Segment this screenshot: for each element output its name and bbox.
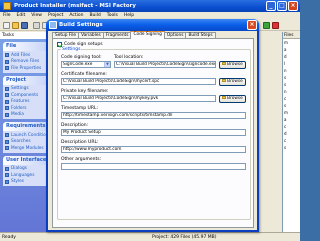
- list-item[interactable]: n: [283, 67, 300, 74]
- files-panel: Files m a d l n s s n c s m a c d c s: [282, 32, 300, 232]
- build-settings-dialog: Build Settings × Setup File Variables Fr…: [46, 19, 259, 232]
- task-group-title[interactable]: Project: [3, 75, 49, 85]
- settings-icon: [5, 86, 9, 91]
- open-folder-icon[interactable]: [12, 22, 19, 29]
- task-group-file: File Add Files Remove Files File Propert…: [3, 42, 49, 73]
- new-icon[interactable]: [3, 22, 10, 29]
- tool-location-label: Tool location:: [114, 55, 144, 60]
- list-item[interactable]: m: [283, 109, 300, 116]
- tab-code-signing[interactable]: Code Signing: [130, 31, 165, 39]
- menu-view[interactable]: View: [31, 12, 42, 20]
- folder-icon: [222, 96, 227, 99]
- list-item[interactable]: c: [283, 123, 300, 130]
- properties-icon: [5, 66, 9, 71]
- menu-file[interactable]: File: [3, 12, 11, 20]
- code-signing-page: Code sign setups Settings Code signing t…: [52, 38, 254, 228]
- description-url-field[interactable]: http://www.myproduct.com: [61, 146, 246, 153]
- list-item[interactable]: l: [283, 60, 300, 67]
- task-media[interactable]: Media: [5, 112, 47, 119]
- cut-icon[interactable]: [33, 22, 40, 29]
- task-group-project: Project Settings Components Features Fol…: [3, 75, 49, 119]
- task-launch-conditions[interactable]: Launch Conditions: [5, 132, 51, 139]
- build-settings-icon: [49, 21, 57, 29]
- timestamp-url-field[interactable]: http://timestamp.verisign.com/scripts/ti…: [61, 112, 246, 119]
- list-item[interactable]: n: [283, 88, 300, 95]
- list-item[interactable]: c: [283, 95, 300, 102]
- list-item[interactable]: c: [283, 137, 300, 144]
- minimize-button[interactable]: _: [266, 1, 276, 11]
- remove-files-icon: [5, 59, 9, 64]
- status-bar: Ready Project: 429 Files (45.97 MB): [0, 232, 300, 241]
- dialog-title: Build Settings: [59, 22, 103, 28]
- build-icon[interactable]: [263, 22, 270, 29]
- chevron-down-icon[interactable]: ▼: [104, 62, 110, 67]
- task-styles[interactable]: Styles: [5, 179, 47, 186]
- browse-private-key-button[interactable]: Browse: [219, 95, 246, 103]
- list-item[interactable]: s: [283, 102, 300, 109]
- features-icon: [5, 99, 9, 104]
- close-dialog-button[interactable]: ×: [247, 20, 257, 30]
- task-group-title[interactable]: File: [3, 42, 49, 51]
- timestamp-url-label: Timestamp URL:: [61, 106, 98, 111]
- save-icon[interactable]: [21, 22, 28, 29]
- task-group-title[interactable]: User Interface: [3, 155, 49, 165]
- folder-icon: [222, 79, 227, 82]
- languages-icon: [5, 173, 9, 178]
- certificate-label: Certificate filename:: [61, 72, 107, 77]
- list-item[interactable]: s: [283, 81, 300, 88]
- task-group-title[interactable]: Requirements: [3, 122, 49, 131]
- certificate-field[interactable]: C:\Visual Build Projects\CodeSign\mycert…: [61, 78, 216, 85]
- status-text: Ready: [2, 235, 16, 240]
- folders-icon: [5, 106, 9, 111]
- dialog-titlebar[interactable]: Build Settings ×: [46, 19, 259, 31]
- settings-group: Settings Code signing tool: Tool locatio…: [57, 47, 251, 220]
- app-titlebar: Product Installer (msifact - MSI Factory…: [0, 0, 300, 12]
- stop-icon[interactable]: [272, 22, 279, 29]
- description-label: Description:: [61, 123, 89, 128]
- launch-conditions-icon: [5, 133, 9, 138]
- list-item[interactable]: d: [283, 53, 300, 60]
- files-panel-header[interactable]: Files: [283, 32, 300, 39]
- tool-location-field[interactable]: C:\Visual Build Projects\CodeSign\signco…: [114, 61, 216, 68]
- app-title: Product Installer (msifact - MSI Factory: [14, 3, 136, 9]
- search-icon: [5, 139, 9, 144]
- other-arguments-field[interactable]: [61, 163, 246, 170]
- close-window-button[interactable]: ×: [288, 1, 298, 11]
- merge-modules-icon: [5, 146, 9, 151]
- list-item[interactable]: d: [283, 130, 300, 137]
- private-key-label: Private key filename:: [61, 89, 109, 94]
- description-field[interactable]: My Product Setup: [61, 129, 246, 136]
- maximize-button[interactable]: □: [277, 1, 287, 11]
- private-key-field[interactable]: C:\Visual Build Projects\CodeSign\mykey.…: [61, 95, 216, 102]
- list-item[interactable]: m: [283, 39, 300, 46]
- app-icon: [3, 2, 11, 10]
- task-group-requirements: Requirements Launch Conditions Searches …: [3, 122, 51, 153]
- project-summary: Project: 429 Files (45.97 MB): [152, 235, 217, 240]
- media-icon: [5, 112, 9, 117]
- code-signing-tool-label: Code signing tool:: [61, 55, 102, 60]
- task-group-user-interface: User Interface Dialogs Languages Styles: [3, 155, 49, 186]
- styles-icon: [5, 179, 9, 184]
- code-signing-tool-select[interactable]: SignCode.exe ▼: [61, 61, 111, 68]
- list-item[interactable]: a: [283, 116, 300, 123]
- add-files-icon: [5, 53, 9, 58]
- dialogs-icon: [5, 166, 9, 171]
- other-arguments-label: Other arguments:: [61, 157, 102, 162]
- task-pane-header: Tasks: [0, 32, 52, 39]
- description-url-label: Description URL:: [61, 140, 99, 145]
- components-icon: [5, 93, 9, 98]
- folder-icon: [222, 62, 227, 65]
- task-file-properties[interactable]: File Properties: [5, 65, 47, 72]
- list-item[interactable]: s: [283, 74, 300, 81]
- task-merge-modules[interactable]: Merge Modules: [5, 145, 47, 152]
- browse-certificate-button[interactable]: Browse: [219, 78, 246, 86]
- list-item[interactable]: s: [283, 144, 300, 151]
- list-item[interactable]: a: [283, 46, 300, 53]
- browse-tool-button[interactable]: Browse: [219, 61, 246, 69]
- settings-group-label: Settings: [61, 47, 82, 52]
- menu-edit[interactable]: Edit: [17, 12, 26, 20]
- task-pane: Tasks File Add Files Remove Files File P…: [0, 32, 52, 232]
